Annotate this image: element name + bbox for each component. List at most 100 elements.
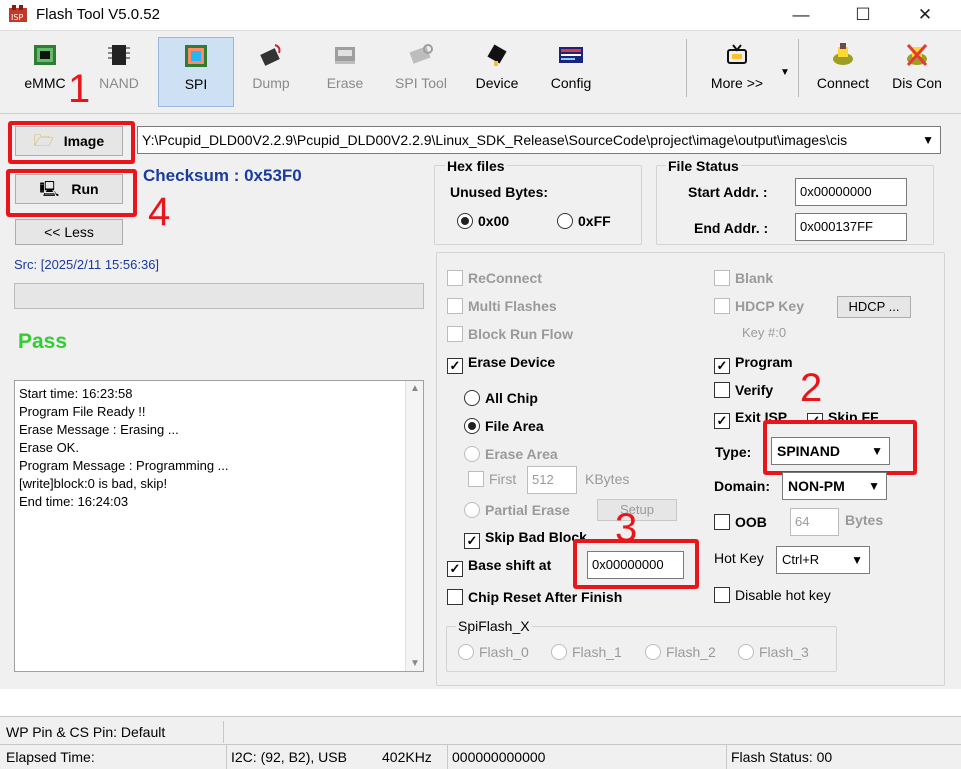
oob-field[interactable]: 64 <box>790 508 839 536</box>
log-line: Program Message : Programming ... <box>19 458 229 473</box>
unused-bytes-label: Unused Bytes: <box>450 184 549 200</box>
log-scrollbar[interactable]: ▲ ▼ <box>405 381 423 671</box>
i2c-usb-status: I2C: (92, B2), USB <box>226 745 347 769</box>
multi-flashes-checkbox[interactable]: Multi Flashes <box>447 298 557 314</box>
toolbar-separator <box>798 39 799 97</box>
chevron-down-icon: ▼ <box>871 444 883 458</box>
unused-0xff-radio[interactable]: 0xFF <box>557 213 611 229</box>
window-title: Flash Tool V5.0.52 <box>36 6 160 23</box>
toolbar: eMMC NAND SPI Dump Erase SPI Tool Device… <box>0 30 961 114</box>
hdcp-key-checkbox[interactable]: HDCP Key <box>714 298 804 314</box>
log-line: End time: 16:24:03 <box>19 494 129 509</box>
toolbar-erase-button[interactable]: Erase <box>310 37 380 101</box>
less-button[interactable]: << Less <box>15 219 123 245</box>
title-bar: ISP Flash Tool V5.0.52 — ☐ ✕ <box>0 0 961 30</box>
flash-0-radio[interactable]: Flash_0 <box>458 644 529 660</box>
annotation-number-3: 3 <box>615 506 638 550</box>
run-button[interactable]: 🖳 Run <box>15 174 123 204</box>
config-icon <box>559 47 583 63</box>
annotation-number-4: 4 <box>148 190 171 234</box>
toolbar-disconnect-button[interactable]: Dis Con <box>882 37 952 101</box>
spiflash-title: SpiFlash_X <box>456 618 532 634</box>
erase-device-checkbox[interactable]: ✓ Erase Device <box>447 354 555 374</box>
chevron-down-icon[interactable]: ▼ <box>410 658 420 669</box>
toolbar-spi-tool-button[interactable]: SPI Tool <box>384 37 458 101</box>
chip-reset-checkbox[interactable]: Chip Reset After Finish <box>447 589 622 605</box>
first-kbytes-field[interactable]: 512 <box>527 466 577 494</box>
log-textarea[interactable]: Start time: 16:23:58 Program File Ready !… <box>14 380 424 672</box>
all-chip-radio[interactable]: All Chip <box>464 390 538 406</box>
blank-checkbox[interactable]: Blank <box>714 270 773 286</box>
kbytes-label: KBytes <box>585 471 630 487</box>
base-shift-field[interactable]: 0x00000000 <box>587 551 684 579</box>
dump-icon <box>260 44 281 66</box>
spi-icon <box>185 45 207 67</box>
partial-erase-radio[interactable]: Partial Erase <box>464 502 570 518</box>
more-icon <box>727 44 747 64</box>
unused-0x00-radio[interactable]: 0x00 <box>457 213 509 229</box>
flash-status: Flash Status: 00 <box>726 745 832 769</box>
oob-checkbox[interactable]: OOB <box>714 514 767 530</box>
annotation-number-1: 1 <box>68 67 91 111</box>
chevron-up-icon[interactable]: ▲ <box>410 383 420 394</box>
minimize-button[interactable]: — <box>778 0 824 30</box>
chevron-down-icon[interactable]: ▼ <box>780 67 790 78</box>
disable-hotkey-checkbox[interactable]: Disable hot key <box>714 587 831 603</box>
checkmark-icon: ✓ <box>464 533 480 549</box>
close-button[interactable]: ✕ <box>902 0 948 30</box>
image-path-select[interactable]: Y:\Pcupid_DLD00V2.2.9\Pcupid_DLD00V2.2.9… <box>137 126 941 154</box>
toolbar-connect-button[interactable]: Connect <box>808 37 878 101</box>
maximize-button[interactable]: ☐ <box>840 0 886 30</box>
toolbar-separator <box>686 39 687 97</box>
start-addr-field[interactable]: 0x00000000 <box>795 178 907 206</box>
block-run-flow-checkbox[interactable]: Block Run Flow <box>447 326 573 342</box>
app-icon: ISP <box>9 5 27 22</box>
radio-unchecked-icon <box>464 390 480 406</box>
log-line: Erase Message : Erasing ... <box>19 422 179 437</box>
svg-text:ISP: ISP <box>11 13 23 22</box>
file-area-radio[interactable]: File Area <box>464 418 544 434</box>
type-select[interactable]: SPINAND ▼ <box>771 437 890 465</box>
checkmark-icon: ✓ <box>447 358 463 374</box>
checkmark-icon: ✓ <box>447 561 463 577</box>
checksum-label: Checksum : 0x53F0 <box>143 166 302 185</box>
toolbar-dump-button[interactable]: Dump <box>236 37 306 101</box>
flash-3-radio[interactable]: Flash_3 <box>738 644 809 660</box>
first-checkbox[interactable]: First <box>468 471 516 487</box>
run-icon: 🖳 <box>39 181 60 198</box>
flash-1-radio[interactable]: Flash_1 <box>551 644 622 660</box>
reconnect-checkbox[interactable]: ReConnect <box>447 270 542 286</box>
program-checkbox[interactable]: ✓ Program <box>714 354 793 374</box>
verify-checkbox[interactable]: Verify <box>714 382 773 398</box>
toolbar-more-button[interactable]: More >> <box>698 37 776 101</box>
connect-icon <box>833 43 853 65</box>
type-label: Type: <box>715 444 752 460</box>
result-status: Pass <box>18 330 68 353</box>
domain-select[interactable]: NON-PM ▼ <box>782 472 887 500</box>
erase-icon <box>335 47 355 64</box>
image-button[interactable]: 🗁 Image <box>15 126 123 156</box>
emmc-chip-icon <box>34 45 56 65</box>
base-shift-checkbox[interactable]: ✓ Base shift at <box>447 557 551 577</box>
toolbar-device-button[interactable]: Device <box>462 37 532 101</box>
progress-bar <box>14 283 424 309</box>
toolbar-spi-button[interactable]: SPI <box>158 37 234 107</box>
key-number-label: Key #:0 <box>742 325 787 340</box>
toolbar-nand-button[interactable]: NAND <box>84 37 154 101</box>
disconnect-icon <box>906 43 928 67</box>
log-line: Start time: 16:23:58 <box>19 386 133 401</box>
skip-bad-block-checkbox[interactable]: ✓ Skip Bad Block <box>464 529 587 549</box>
bytes-label: Bytes <box>845 512 884 528</box>
file-status-title: File Status <box>666 158 741 174</box>
annotation-number-2: 2 <box>800 366 823 410</box>
hdcp-button[interactable]: HDCP ... <box>837 296 911 318</box>
checkmark-icon: ✓ <box>714 413 730 429</box>
erase-area-radio[interactable]: Erase Area <box>464 446 558 462</box>
flash-2-radio[interactable]: Flash_2 <box>645 644 716 660</box>
hex-files-group <box>434 165 642 245</box>
speed-status: 402KHz <box>382 749 432 765</box>
end-addr-field[interactable]: 0x000137FF <box>795 213 907 241</box>
hotkey-select[interactable]: Ctrl+R ▼ <box>776 546 870 574</box>
radio-checked-icon <box>457 213 473 229</box>
toolbar-config-button[interactable]: Config <box>536 37 606 101</box>
